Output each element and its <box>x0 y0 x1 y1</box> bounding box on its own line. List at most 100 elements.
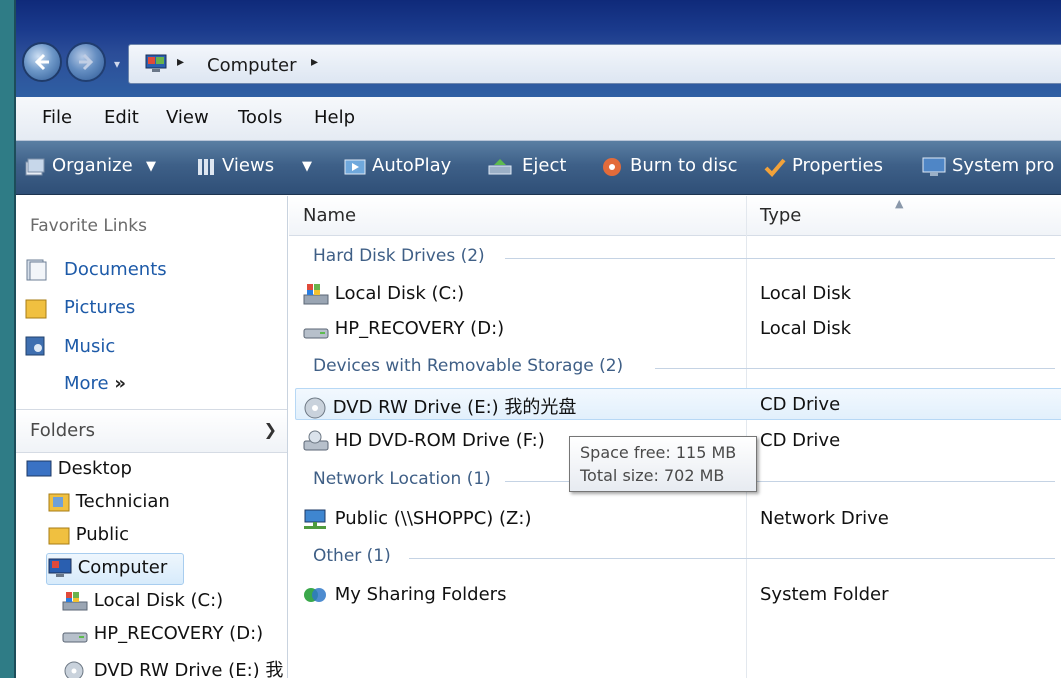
properties-button[interactable]: Properties <box>792 155 883 176</box>
favorite-music[interactable]: Music <box>64 336 115 357</box>
item-type: CD Drive <box>760 430 841 451</box>
list-item-local-disk-c[interactable]: Local Disk (C:) <box>303 282 464 306</box>
favorite-documents[interactable]: Documents <box>64 259 167 280</box>
group-divider <box>655 368 1055 369</box>
breadcrumb-chevron-icon[interactable]: ▸ <box>311 54 318 70</box>
eject-icon <box>488 159 512 175</box>
list-item-my-sharing-folders[interactable]: My Sharing Folders <box>303 583 506 607</box>
list-item-hp-recovery-d[interactable]: HP_RECOVERY (D:) <box>303 317 504 341</box>
recent-pages-icon[interactable]: ▾ <box>114 57 120 71</box>
folder-icon <box>48 527 70 545</box>
tree-item-desktop[interactable]: Desktop <box>26 458 132 479</box>
group-divider <box>409 558 1055 559</box>
tree-item-technician[interactable]: Technician <box>48 491 170 513</box>
navigation-pane: Favorite Links Documents Pictures Music … <box>16 196 288 678</box>
system-properties-button[interactable]: System pro <box>952 155 1054 176</box>
views-dropdown-icon[interactable]: ▼ <box>302 159 312 174</box>
hard-drive-windows-icon <box>62 592 88 611</box>
chevron-down-icon[interactable]: ❯ <box>264 420 277 439</box>
item-name: HP_RECOVERY (D:) <box>334 318 505 339</box>
list-item-hd-dvd-rom-f[interactable]: HD DVD-ROM Drive (F:) <box>303 429 545 453</box>
forward-arrow-icon <box>79 53 94 71</box>
address-bar[interactable]: ▸ Computer ▸ <box>128 44 1061 84</box>
column-name-header[interactable]: Name <box>303 205 356 226</box>
autoplay-icon <box>344 159 366 175</box>
folders-header[interactable]: Folders ❯ <box>16 409 287 453</box>
computer-icon <box>48 558 72 577</box>
tree-item-dvd-rw-e[interactable]: DVD RW Drive (E:) 我 <box>62 656 283 678</box>
hard-drive-icon <box>303 328 329 339</box>
list-item-public-shoppc-z[interactable]: Public (\\SHOPPC) (Z:) <box>303 507 531 531</box>
system-properties-icon <box>922 157 946 176</box>
command-toolbar: Organize ▼ Views ▼ AutoPlay Eject Burn t… <box>16 141 1061 195</box>
group-divider <box>505 258 1055 259</box>
item-name: DVD RW Drive (E:) 我的光盘 <box>332 397 577 418</box>
folders-label: Folders <box>30 420 96 441</box>
column-type-header[interactable]: Type <box>760 205 801 226</box>
autoplay-button[interactable]: AutoPlay <box>372 155 451 176</box>
title-bar: ▾ ▸ Computer ▸ <box>16 0 1061 97</box>
tree-item-public[interactable]: Public <box>48 524 129 546</box>
list-item-dvd-rw-e[interactable]: DVD RW Drive (E:) 我的光盘 <box>303 393 576 420</box>
tree-label-hp-recovery-d: HP_RECOVERY (D:) <box>93 623 264 644</box>
tree-label-local-disk-c: Local Disk (C:) <box>93 590 224 611</box>
menu-view[interactable]: View <box>166 107 209 128</box>
item-type: Local Disk <box>760 283 852 304</box>
tree-label-desktop: Desktop <box>57 458 132 479</box>
tree-item-hp-recovery-d[interactable]: HP_RECOVERY (D:) <box>62 623 263 645</box>
drive-tooltip: Space free: 115 MB Total size: 702 MB <box>569 436 757 492</box>
menu-help[interactable]: Help <box>314 107 355 128</box>
group-hard-disk-drives[interactable]: Hard Disk Drives (2) <box>313 246 485 266</box>
tree-label-technician: Technician <box>75 491 170 512</box>
menu-file[interactable]: File <box>42 107 72 128</box>
forward-button[interactable] <box>66 42 106 82</box>
pictures-icon <box>25 299 47 319</box>
computer-icon <box>145 54 167 72</box>
views-icon <box>198 159 214 175</box>
group-network-location[interactable]: Network Location (1) <box>313 469 491 489</box>
tree-item-computer[interactable]: Computer <box>48 557 167 579</box>
favorite-pictures[interactable]: Pictures <box>64 297 135 318</box>
item-type: Network Drive <box>760 508 889 529</box>
tree-label-dvd-rw-e: DVD RW Drive (E:) 我 <box>93 660 284 678</box>
back-button[interactable] <box>22 42 62 82</box>
network-drive-icon <box>304 509 326 529</box>
documents-icon <box>26 259 47 281</box>
item-name: My Sharing Folders <box>334 584 507 605</box>
sort-arrow-icon: ▲ <box>895 197 904 210</box>
tree-label-computer: Computer <box>77 557 168 578</box>
burn-to-disc-button[interactable]: Burn to disc <box>630 155 737 176</box>
burn-disc-icon <box>603 158 621 176</box>
item-type: CD Drive <box>760 394 841 415</box>
item-type: Local Disk <box>760 318 852 339</box>
music-icon <box>25 336 45 356</box>
hard-drive-windows-icon <box>303 284 329 305</box>
eject-button[interactable]: Eject <box>522 155 566 176</box>
more-label: More <box>64 373 109 394</box>
optical-disc-icon <box>64 661 84 678</box>
tooltip-space-free: Space free: 115 MB <box>580 443 737 462</box>
favorite-links-heading: Favorite Links <box>30 216 148 236</box>
sharing-folders-icon <box>304 588 326 602</box>
dvd-drive-icon <box>303 430 329 451</box>
desktop-icon <box>26 460 52 477</box>
organize-icon <box>25 158 45 176</box>
group-removable-storage[interactable]: Devices with Removable Storage (2) <box>313 356 623 376</box>
group-other[interactable]: Other (1) <box>313 546 391 566</box>
organize-dropdown-icon[interactable]: ▼ <box>146 159 156 174</box>
menu-tools[interactable]: Tools <box>238 107 282 128</box>
menu-edit[interactable]: Edit <box>104 107 139 128</box>
item-name: Public (\\SHOPPC) (Z:) <box>334 508 532 529</box>
more-links-button[interactable]: More » <box>64 373 126 394</box>
user-folder-icon <box>48 493 70 512</box>
views-button[interactable]: Views <box>222 155 274 176</box>
tree-item-local-disk-c[interactable]: Local Disk (C:) <box>62 590 223 612</box>
breadcrumb-separator-icon[interactable]: ▸ <box>177 54 184 70</box>
menu-bar: File Edit View Tools Help <box>16 97 1061 141</box>
column-header: Name Type ▲ <box>289 196 1061 236</box>
breadcrumb-computer[interactable]: Computer <box>207 55 296 76</box>
back-arrow-icon <box>34 53 49 71</box>
tooltip-total-size: Total size: 702 MB <box>580 466 725 485</box>
organize-button[interactable]: Organize <box>52 155 133 176</box>
item-type: System Folder <box>760 584 889 605</box>
